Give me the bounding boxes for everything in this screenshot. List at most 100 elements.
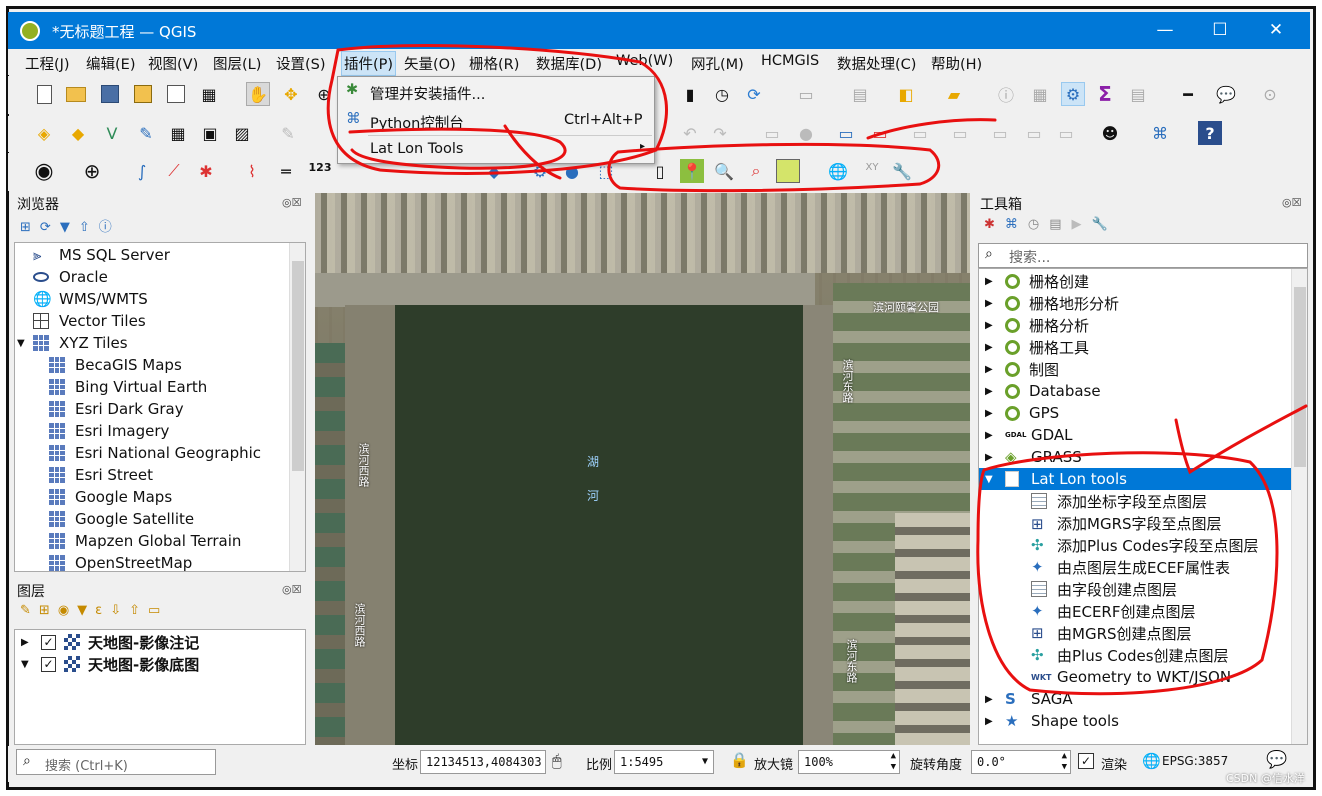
menu-help[interactable]: 帮助(H) — [931, 53, 982, 74]
rotation-field[interactable]: 0.0° ▲ ▼ — [971, 750, 1071, 774]
crs-label[interactable]: EPSG:3857 — [1162, 754, 1228, 768]
toolbox-tool[interactable]: ✣ 由Plus Codes创建点图层 — [1031, 644, 1229, 666]
toggle-editing-icon[interactable]: ✎ — [276, 121, 300, 145]
attribute-table-icon[interactable]: ▦ — [1028, 82, 1052, 106]
expand-arrow-icon[interactable]: ▶ — [21, 637, 41, 648]
save-as-icon[interactable] — [131, 82, 155, 106]
collapse-icon[interactable]: ⇧ — [79, 220, 99, 235]
menu-layer[interactable]: 图层(L) — [213, 53, 261, 74]
filter-legend-icon[interactable]: ▼ — [77, 603, 95, 618]
style-manager-icon[interactable]: ▦ — [197, 82, 221, 106]
remove-layer-icon[interactable]: ▭ — [148, 603, 168, 618]
expand-arrow-icon[interactable]: ▶ — [985, 298, 1005, 309]
menu-view[interactable]: 视图(V) — [148, 53, 198, 74]
browser-item[interactable]: 🌐 WMS/WMTS — [33, 288, 148, 310]
redo-icon[interactable]: ↷ — [708, 121, 732, 145]
expand-arrow-icon[interactable]: ▶ — [985, 716, 1005, 727]
expand-arrow-icon[interactable]: ▶ — [985, 364, 1005, 375]
label-show-icon[interactable]: ▭ — [1022, 121, 1046, 145]
browser-item[interactable]: Esri Imagery — [49, 420, 169, 442]
latlon-geo-icon[interactable]: 🌐 — [826, 159, 850, 183]
add-delimited-text-icon[interactable]: V — [100, 121, 124, 145]
layers-panel-buttons[interactable]: ◎☒ — [282, 583, 301, 596]
browser-item[interactable]: Bing Virtual Earth — [49, 376, 207, 398]
polyline-icon[interactable]: ⌇ — [240, 159, 264, 183]
expand-arrow-icon[interactable]: ▼ — [17, 338, 33, 349]
toolbox-group[interactable]: ▶ 栅格创建 — [985, 270, 1089, 292]
info-icon[interactable]: ⓘ — [99, 220, 121, 235]
toolbox-tool[interactable]: ✦ 由ECERF创建点图层 — [1031, 600, 1195, 622]
deselect-icon[interactable]: ▤ — [848, 82, 872, 106]
toolbox-tool[interactable]: WKT Geometry to WKT/JSON — [1031, 666, 1231, 688]
label-change-icon[interactable]: ▭ — [988, 121, 1012, 145]
toolbox-tool[interactable]: ⊞ 由MGRS创建点图层 — [1031, 622, 1192, 644]
toolbox-panel-buttons[interactable]: ◎☒ — [1282, 196, 1301, 209]
models-icon[interactable]: ✱ — [984, 217, 1005, 232]
browser-item[interactable]: Vector Tiles — [33, 310, 146, 332]
messages-icon[interactable]: 💬 — [1266, 750, 1287, 770]
latlon-multizoom-icon[interactable]: ⌕ — [744, 159, 768, 183]
bookmark-icon[interactable]: ▮ — [678, 82, 702, 106]
globe-icon[interactable]: 🌐 — [1142, 752, 1161, 770]
toolbox-group[interactable]: ▶ ★ Shape tools — [985, 710, 1119, 732]
save-project-icon[interactable] — [98, 82, 122, 106]
line-split-icon[interactable]: ✱ — [194, 159, 218, 183]
temporal-icon[interactable]: ◷ — [710, 82, 734, 106]
measure-icon[interactable]: ━ — [1176, 82, 1200, 106]
expand-arrow-icon[interactable]: ▶ — [985, 386, 1005, 397]
menu-item-python-console[interactable]: ⌘ Python控制台 Ctrl+Alt+P — [338, 107, 654, 135]
toolbox-tool[interactable]: 由字段创建点图层 — [1031, 578, 1177, 600]
plugin-face-icon[interactable]: ☻ — [1098, 121, 1122, 145]
scale-field[interactable]: 1:5495 ▼ — [614, 750, 714, 774]
results-icon[interactable]: ▤ — [1049, 217, 1071, 232]
help-icon[interactable]: ? — [1198, 121, 1222, 145]
layer-item[interactable]: ▼ ✓ 天地图-影像底图 — [21, 653, 199, 675]
select-by-expression-icon[interactable]: ◧ — [894, 82, 918, 106]
browser-scroll-thumb[interactable] — [292, 261, 304, 471]
label-toolbar-icon[interactable]: ▭ — [834, 121, 858, 145]
zoom-full-icon[interactable]: ⊙ — [1258, 82, 1282, 106]
toolbox-tool[interactable]: 添加坐标字段至点图层 — [1031, 490, 1207, 512]
menu-settings[interactable]: 设置(S) — [276, 53, 326, 74]
menu-item-manage-plugins[interactable]: ✱ 管理并安装插件... — [338, 78, 654, 106]
menu-plugins[interactable]: 插件(P) — [341, 51, 397, 76]
close-button[interactable]: ✕ — [1248, 12, 1304, 49]
expand-arrow-icon[interactable]: ▶ — [985, 452, 1005, 463]
coordinate-field[interactable]: 12134513,4084303 — [420, 750, 546, 774]
latlon-zoom-icon[interactable]: 🔍 — [712, 159, 736, 183]
expand-arrow-icon[interactable]: ▶ — [985, 320, 1005, 331]
add-group-icon[interactable]: ⊞ — [39, 603, 58, 618]
add-vector-layer-icon[interactable]: ◈ — [32, 121, 56, 145]
toolbox-tool[interactable]: ✣ 添加Plus Codes字段至点图层 — [1031, 534, 1259, 556]
select-by-location-icon[interactable]: ▰ — [942, 82, 966, 106]
browser-item[interactable]: Esri Dark Gray — [49, 398, 184, 420]
toolbox-group[interactable]: ▶ 栅格地形分析 — [985, 292, 1119, 314]
browser-item[interactable]: ⫸ MS SQL Server — [33, 244, 170, 266]
add-wms-icon[interactable]: ▦ — [166, 121, 190, 145]
open-project-icon[interactable] — [64, 82, 88, 106]
toolbox-group[interactable]: ▶ GPS — [985, 402, 1059, 424]
toolbox-group[interactable]: ▶ 制图 — [985, 358, 1059, 380]
latlon-xy-icon[interactable]: XY — [860, 155, 884, 179]
select-icon[interactable]: ▭ — [794, 82, 818, 106]
expand-arrow-icon[interactable]: ▶ — [985, 408, 1005, 419]
edit-features-icon[interactable]: ▶ — [1072, 217, 1092, 232]
map-canvas[interactable]: 滨河西路 滨河西路 滨河东路 滨河东路 滨河颐馨公园 湖 河 — [315, 193, 970, 745]
lock-icon[interactable]: 🔒 — [730, 751, 749, 769]
locator-search[interactable]: ⌕ 搜索 (Ctrl+K) — [16, 749, 216, 775]
browser-item[interactable]: Mapzen Global Terrain — [49, 530, 241, 552]
menu-raster[interactable]: 栅格(R) — [469, 53, 519, 74]
toolbox-group[interactable]: ▶ Database — [985, 380, 1101, 402]
maximize-button[interactable]: ☐ — [1192, 12, 1248, 49]
expand-arrow-icon[interactable]: ▶ — [985, 342, 1005, 353]
toolbox-group[interactable]: ▶ GDAL GDAL — [985, 424, 1073, 446]
browser-panel-buttons[interactable]: ◎☒ — [282, 196, 301, 209]
browser-scrollbar[interactable] — [289, 243, 305, 571]
toolbox-group[interactable]: ▶ ◈ GRASS — [985, 446, 1082, 468]
print-layout-icon[interactable] — [164, 82, 188, 106]
scripts-icon[interactable]: ⌘ — [1005, 217, 1028, 232]
crosshair-icon[interactable]: ⊕ — [80, 159, 104, 183]
browser-item[interactable]: Esri Street — [49, 464, 153, 486]
browser-item-xyz[interactable]: ▼ XYZ Tiles — [17, 332, 128, 354]
menu-database[interactable]: 数据库(D) — [536, 53, 602, 74]
